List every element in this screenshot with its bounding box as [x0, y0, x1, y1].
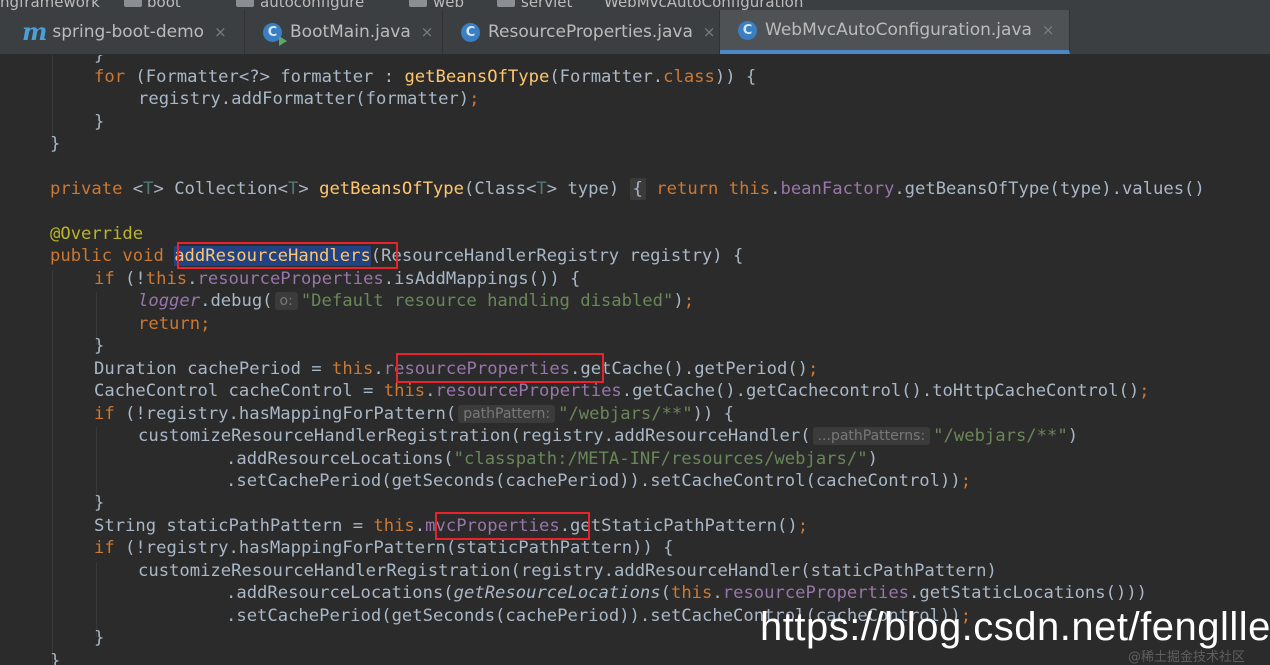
code-line: registry.addFormatter(formatter);: [138, 89, 480, 109]
ide-window: ngframework boot autoconfigure web servl…: [0, 0, 1270, 665]
close-icon[interactable]: ×: [1042, 21, 1055, 39]
code-line: if (!registry.hasMappingForPattern(pathP…: [94, 404, 735, 424]
code-line: }: [94, 628, 105, 648]
code-line: logger.debug(o: "Default resource handlin…: [138, 291, 695, 311]
code-line: private <T> Collection<T> getBeansOfType…: [50, 178, 1205, 200]
code-line: Duration cachePeriod = this.resourceProp…: [94, 359, 819, 379]
code-line: @Override: [50, 224, 144, 244]
code-line: }: [94, 336, 105, 356]
indent-guide: [96, 562, 97, 637]
code-line: .setCachePeriod(getSeconds(cachePeriod))…: [226, 471, 972, 491]
maven-module-icon: m: [22, 17, 48, 46]
folder-icon: [236, 0, 254, 7]
code-line: for (Formatter<?> formatter : getBeansOf…: [94, 67, 757, 87]
indent-guide: [52, 55, 53, 145]
watermark-url: https://blog.csdn.net/fengllle: [760, 605, 1270, 649]
code-line: .addResourceLocations("classpath:/META-I…: [226, 449, 878, 469]
folder-icon: [124, 0, 142, 7]
code-line: }: [50, 651, 61, 665]
close-icon[interactable]: ×: [703, 23, 716, 41]
parameter-hint: pathPattern:: [458, 405, 556, 423]
code-line: return;: [138, 314, 211, 334]
code-editor[interactable]: } for (Formatter<?> formatter : getBeans…: [0, 55, 1270, 665]
class-icon: C: [738, 20, 757, 40]
code-line: }: [94, 112, 105, 132]
breadcrumb-item[interactable]: web: [433, 0, 464, 10]
code-line: customizeResourceHandlerRegistration(reg…: [138, 426, 1079, 446]
code-line: CacheControl cacheControl = this.resourc…: [94, 381, 1150, 401]
breadcrumb-item[interactable]: WebMvcAutoConfiguration: [604, 0, 803, 10]
indent-guide: [52, 270, 53, 665]
breadcrumb-item[interactable]: ngframework: [0, 0, 100, 10]
breadcrumb: ngframework boot autoconfigure web servl…: [0, 0, 1270, 10]
indent-guide: [96, 427, 97, 502]
code-line: customizeResourceHandlerRegistration(reg…: [138, 561, 997, 581]
code-line: String staticPathPattern = this.mvcPrope…: [94, 516, 809, 536]
breadcrumb-item[interactable]: boot: [147, 0, 181, 10]
code-line: }: [94, 493, 105, 513]
editor-tab-bar: m spring-boot-demo × C BootMain.java × C…: [0, 10, 1270, 55]
selected-method-name[interactable]: addResourceHandlers: [174, 246, 371, 266]
folder-icon: [409, 0, 427, 7]
tab-label: WebMvcAutoConfiguration.java: [765, 20, 1032, 40]
code-line: }: [94, 55, 105, 65]
parameter-hint: o:: [274, 292, 298, 310]
folded-code-marker[interactable]: {: [629, 178, 646, 200]
tab-spring-boot-demo[interactable]: m spring-boot-demo ×: [0, 10, 245, 54]
tab-label: BootMain.java: [290, 22, 411, 42]
tab-resource-properties[interactable]: C ResourceProperties.java ×: [443, 10, 720, 54]
watermark-community: @稀土掘金技术社区: [1128, 650, 1246, 665]
close-icon[interactable]: ×: [421, 23, 434, 41]
tab-webmvc-autoconfiguration[interactable]: C WebMvcAutoConfiguration.java ×: [720, 10, 1070, 54]
code-line: if (!this.resourceProperties.isAddMappin…: [94, 269, 581, 289]
breadcrumb-item[interactable]: servlet: [521, 0, 572, 10]
code-line: if (!registry.hasMappingForPattern(stati…: [94, 538, 674, 558]
code-line: public void addResourceHandlers(Resource…: [50, 246, 744, 266]
folder-icon: [497, 0, 515, 7]
code-line: .addResourceLocations(getResourceLocatio…: [226, 583, 1148, 603]
tab-label: ResourceProperties.java: [488, 22, 693, 42]
tab-label: spring-boot-demo: [52, 22, 205, 42]
runnable-class-icon: C: [263, 22, 287, 46]
close-icon[interactable]: ×: [214, 23, 227, 41]
code-line: }: [50, 134, 61, 154]
class-icon: C: [461, 22, 480, 42]
tab-bootmain[interactable]: C BootMain.java ×: [245, 10, 443, 54]
parameter-hint: ...pathPatterns:: [812, 427, 931, 445]
breadcrumb-item[interactable]: autoconfigure: [260, 0, 364, 10]
